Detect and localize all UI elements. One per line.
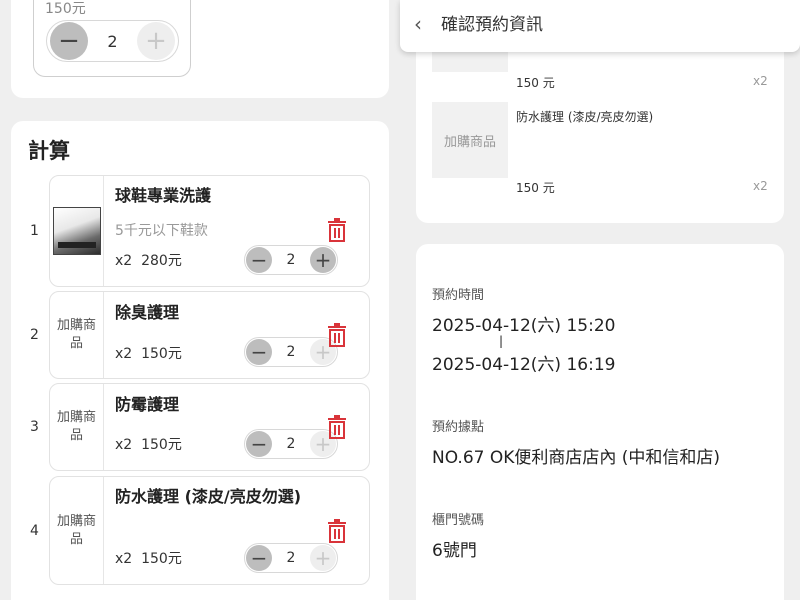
cart-row: 4 加購商品 防水護理 (漆皮/亮皮勿選) x2 150元 − 2 +	[30, 476, 370, 585]
row-qty-price: x2 150元	[115, 548, 182, 568]
calculation-title: 計算	[28, 139, 70, 163]
row-index: 3	[30, 419, 39, 435]
reservation-time-label: 預約時間	[432, 288, 485, 303]
chevron-left-icon[interactable]: ‹	[414, 12, 422, 36]
time-separator: |	[499, 334, 504, 348]
row-qty-price: x2 150元	[115, 343, 182, 363]
row-index: 4	[30, 522, 39, 539]
quantity-value: 2	[286, 436, 296, 452]
row-thumbnail: 加購商品	[50, 384, 104, 470]
row-qty-prefix: x2	[115, 346, 133, 362]
row-qty-prefix: x2	[115, 437, 133, 453]
trash-icon[interactable]	[326, 415, 348, 439]
quantity-value: 2	[107, 31, 118, 51]
calculation-card: 計算 1 球鞋專業洗護 5千元以下鞋款 x2 280元 − 2 + 2 加購商品…	[11, 121, 389, 600]
previous-item: 150元 − 2 +	[33, 0, 191, 77]
previous-item-card: 150元 − 2 +	[11, 0, 389, 98]
trash-icon[interactable]	[326, 323, 348, 347]
row-price: 150元	[141, 437, 182, 453]
cart-row: 1 球鞋專業洗護 5千元以下鞋款 x2 280元 − 2 +	[30, 175, 370, 287]
order-item-price: 150 元	[516, 181, 555, 195]
quantity-stepper: − 2 +	[244, 337, 338, 367]
row-qty-prefix: x2	[115, 253, 133, 269]
page-header: ‹ 確認預約資訊	[400, 0, 800, 52]
row-thumbnail: 加購商品	[50, 477, 104, 584]
row-price: 280元	[141, 253, 182, 269]
quantity-stepper: − 2 +	[244, 429, 338, 459]
row-name: 球鞋專業洗護	[115, 186, 212, 205]
minus-button[interactable]: −	[50, 22, 88, 60]
row-thumbnail	[50, 176, 104, 286]
location-value: NO.67 OK便利商店店內 (中和信和店)	[432, 448, 721, 468]
trash-icon[interactable]	[326, 519, 348, 543]
order-item-price: 150 元	[516, 76, 555, 90]
quantity-stepper: − 2 +	[46, 20, 179, 62]
row-thumbnail-label: 加購商品	[56, 410, 96, 443]
row-name: 防霉護理	[115, 395, 180, 414]
locker-value: 6號門	[432, 541, 477, 561]
row-thumbnail-label: 加購商品	[56, 513, 96, 547]
minus-button[interactable]: −	[246, 431, 272, 457]
quantity-value: 2	[286, 344, 296, 360]
order-item-qty: x2	[753, 179, 768, 193]
row-thumbnail: 加購商品	[50, 292, 104, 378]
minus-button[interactable]: −	[246, 545, 272, 571]
locker-label: 櫃門號碼	[432, 513, 485, 528]
order-item-qty: x2	[753, 74, 768, 88]
reservation-end-time: 2025-04-12(六) 16:19	[432, 355, 616, 375]
quantity-value: 2	[286, 550, 296, 566]
quantity-stepper: − 2 +	[244, 245, 338, 275]
minus-button[interactable]: −	[246, 339, 272, 365]
row-price: 150元	[141, 346, 182, 362]
row-name: 防水護理 (漆皮/亮皮勿選)	[115, 487, 302, 506]
row-price: 150元	[141, 551, 182, 567]
row-subtitle: 5千元以下鞋款	[115, 223, 208, 239]
row-qty-price: x2 150元	[115, 434, 182, 454]
location-label: 預約據點	[432, 420, 485, 435]
reservation-start-time: 2025-04-12(六) 15:20	[432, 316, 616, 336]
cart-row: 2 加購商品 除臭護理 x2 150元 − 2 +	[30, 291, 370, 379]
cart-row: 3 加購商品 防霉護理 x2 150元 − 2 +	[30, 383, 370, 471]
order-item-thumbnail-label: 加購商品	[443, 134, 496, 150]
row-index: 2	[30, 327, 39, 343]
row-qty-price: x2 280元	[115, 250, 182, 270]
minus-button[interactable]: −	[246, 247, 272, 273]
reservation-info-card: 預約時間 2025-04-12(六) 15:20 | 2025-04-12(六)…	[416, 244, 784, 600]
quantity-value: 2	[286, 252, 296, 268]
sneaker-thumbnail-image	[52, 207, 101, 255]
plus-button[interactable]: +	[137, 22, 175, 60]
order-item-name: 防水護理 (漆皮/亮皮勿選)	[516, 110, 654, 124]
order-item-thumbnail: 加購商品	[432, 102, 508, 178]
row-qty-prefix: x2	[115, 551, 133, 567]
quantity-stepper: − 2 +	[244, 543, 338, 573]
row-thumbnail-label: 加購商品	[56, 318, 96, 351]
page-title: 確認預約資訊	[441, 15, 543, 35]
trash-icon[interactable]	[326, 218, 348, 242]
plus-button[interactable]: +	[310, 247, 336, 273]
plus-button[interactable]: +	[310, 545, 336, 571]
row-index: 1	[30, 223, 39, 239]
previous-item-price: 150元	[45, 1, 86, 17]
row-name: 除臭護理	[115, 303, 180, 322]
